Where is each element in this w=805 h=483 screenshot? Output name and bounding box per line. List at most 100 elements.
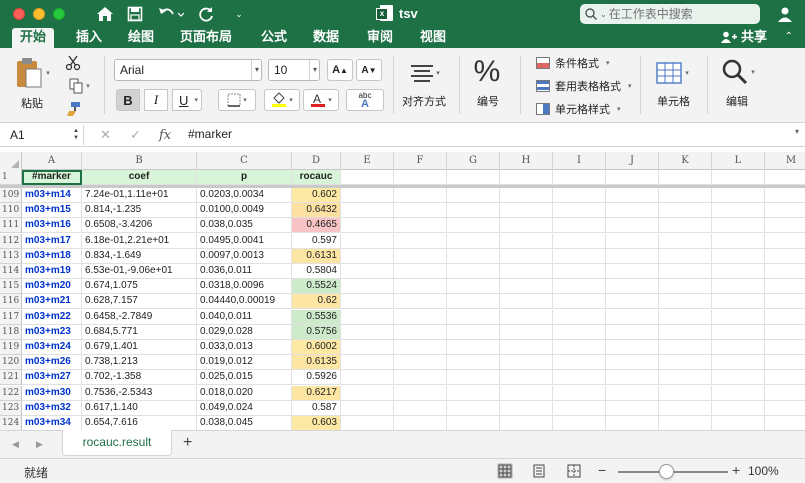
empty-cell[interactable] (341, 233, 394, 249)
font-name-select[interactable]: Arial ▾ (114, 59, 262, 81)
next-sheet-icon[interactable]: ▶ (36, 439, 43, 450)
formula-input[interactable]: #marker (188, 127, 232, 141)
bold-button[interactable]: B (116, 89, 140, 111)
cell-b[interactable]: 0.7536,-2.5343 (82, 385, 197, 401)
cell-a[interactable]: m03+m19 (22, 264, 82, 279)
empty-cell[interactable] (500, 340, 553, 355)
name-box-dropdown-icon[interactable]: ▲ ▼ (73, 128, 79, 142)
collapse-ribbon-icon[interactable]: ⌃ (785, 31, 793, 42)
close-window-button[interactable] (13, 8, 25, 20)
account-icon[interactable] (776, 5, 794, 23)
cell-b[interactable]: 0.738,1.213 (82, 355, 197, 371)
add-sheet-button[interactable]: + (183, 434, 192, 452)
cell-c[interactable]: 0.0097,0.0013 (197, 248, 292, 264)
copy-icon[interactable]: ▾ (64, 77, 94, 95)
empty-cell[interactable] (712, 279, 765, 295)
cell-d[interactable]: 0.6131 (292, 248, 341, 264)
tab-insert[interactable]: 插入 (76, 28, 102, 48)
empty-cell[interactable] (659, 400, 712, 416)
cell-a[interactable]: m03+m27 (22, 370, 82, 386)
cell-a[interactable]: m03+m34 (22, 416, 82, 430)
empty-cell[interactable] (500, 170, 553, 185)
spreadsheet-grid[interactable]: ABCDEFGHIJKLM 1 #marker coef p rocauc 109 m03+… (0, 152, 805, 430)
cell-b[interactable]: 0.654,7.616 (82, 416, 197, 430)
previous-sheet-icon[interactable]: ◀ (12, 439, 19, 450)
empty-cell[interactable] (394, 233, 447, 249)
phonetic-guide-button[interactable]: abc A (346, 89, 384, 111)
empty-cell[interactable] (765, 170, 805, 185)
empty-cell[interactable] (606, 324, 659, 340)
cell-c[interactable]: 0.033,0.013 (197, 340, 292, 355)
cell-c[interactable]: 0.0495,0.0041 (197, 233, 292, 249)
empty-cell[interactable] (500, 264, 553, 279)
cell-a[interactable]: m03+m20 (22, 279, 82, 295)
cell-c[interactable]: 0.0203,0.0034 (197, 188, 292, 203)
empty-cell[interactable] (659, 385, 712, 401)
minimize-window-button[interactable] (33, 8, 45, 20)
cell-c[interactable]: 0.019,0.012 (197, 355, 292, 371)
empty-cell[interactable] (447, 309, 500, 325)
normal-view-icon[interactable] (497, 463, 513, 479)
zoom-level[interactable]: 100% (748, 464, 779, 478)
sheet-search-box[interactable]: ⌄ (580, 4, 760, 24)
cell-c[interactable]: 0.0100,0.0049 (197, 203, 292, 219)
empty-cell[interactable] (500, 385, 553, 401)
format-as-table-button[interactable]: 套用表格格式 ▾ (536, 78, 632, 94)
cell-b[interactable]: 6.53e-01,-9.06e+01 (82, 264, 197, 279)
cell-a[interactable]: m03+m18 (22, 248, 82, 264)
empty-cell[interactable] (553, 188, 606, 203)
column-header-f[interactable]: F (394, 152, 447, 170)
page-break-view-icon[interactable] (566, 463, 582, 479)
empty-cell[interactable] (606, 294, 659, 310)
empty-cell[interactable] (341, 400, 394, 416)
empty-cell[interactable] (712, 385, 765, 401)
empty-cell[interactable] (606, 203, 659, 219)
tab-draw[interactable]: 绘图 (128, 28, 154, 48)
cell-c[interactable]: 0.038,0.035 (197, 218, 292, 234)
empty-cell[interactable] (341, 385, 394, 401)
cell-d[interactable]: 0.5536 (292, 309, 341, 325)
empty-cell[interactable] (500, 309, 553, 325)
empty-cell[interactable] (553, 400, 606, 416)
cell-a[interactable]: m03+m14 (22, 188, 82, 203)
empty-cell[interactable] (712, 264, 765, 279)
sheet-search-input[interactable] (608, 7, 739, 21)
row-number[interactable]: 121 (0, 370, 22, 386)
empty-cell[interactable] (765, 294, 805, 310)
empty-cell[interactable] (500, 248, 553, 264)
shrink-font-button[interactable]: A ▼ (356, 59, 382, 81)
row-number[interactable]: 110 (0, 203, 22, 219)
empty-cell[interactable] (447, 218, 500, 234)
cell-a[interactable]: m03+m30 (22, 385, 82, 401)
empty-cell[interactable] (765, 416, 805, 430)
empty-cell[interactable] (447, 188, 500, 203)
row-number[interactable]: 123 (0, 400, 22, 416)
cell-d[interactable]: 0.5926 (292, 370, 341, 386)
editing-button[interactable]: ▾ (716, 56, 760, 88)
cell-b[interactable]: 0.834,-1.649 (82, 248, 197, 264)
empty-cell[interactable] (606, 309, 659, 325)
share-button[interactable]: 共享 (720, 28, 767, 46)
empty-cell[interactable] (659, 355, 712, 371)
zoom-in-button[interactable]: + (732, 462, 740, 478)
tab-view[interactable]: 视图 (420, 28, 446, 48)
empty-cell[interactable] (447, 233, 500, 249)
empty-cell[interactable] (553, 370, 606, 386)
empty-cell[interactable] (712, 294, 765, 310)
insert-function-button[interactable]: fx (159, 127, 171, 143)
empty-cell[interactable] (659, 203, 712, 219)
empty-cell[interactable] (606, 385, 659, 401)
row-number[interactable]: 1 (0, 170, 22, 185)
customize-toolbar-icon[interactable]: ⌄ (228, 4, 250, 24)
cell-d[interactable]: 0.62 (292, 294, 341, 310)
row-number[interactable]: 120 (0, 355, 22, 371)
cell-d[interactable]: 0.602 (292, 188, 341, 203)
empty-cell[interactable] (765, 234, 805, 249)
column-header-c[interactable]: C (197, 152, 292, 170)
empty-cell[interactable] (394, 218, 447, 234)
empty-cell[interactable] (500, 203, 553, 219)
empty-cell[interactable] (606, 400, 659, 416)
empty-cell[interactable] (553, 355, 606, 371)
cell-b[interactable]: 0.684,5.771 (82, 324, 197, 340)
empty-cell[interactable] (659, 264, 712, 279)
